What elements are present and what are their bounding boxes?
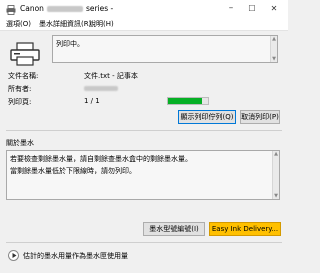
footer-divider xyxy=(6,242,282,243)
ink-estimate-label: 估計的墨水用量作為墨水匣使用量 xyxy=(23,252,128,260)
pages-label: 列印頁: xyxy=(8,98,32,106)
maximize-button[interactable]: ☐ xyxy=(245,2,259,15)
ink-section-label: 關於墨水 xyxy=(6,139,34,147)
expand-button[interactable] xyxy=(8,250,19,261)
ink-model-number-button[interactable]: 墨水型號編號(I) xyxy=(143,222,205,236)
owner-value-redacted xyxy=(84,86,118,91)
menu-bar: 選項(O) 墨水詳細資訊(R) 說明(H) xyxy=(0,18,288,31)
minimize-button[interactable]: – xyxy=(224,2,238,15)
status-message-box: 列印中。 ▲ ▼ xyxy=(52,35,278,63)
window-title-suffix: series - xyxy=(85,4,114,13)
play-arrow-icon xyxy=(12,253,17,258)
ink-message-line2: 當剩餘墨水量低於下限線時，請勿列印。 xyxy=(10,167,136,175)
section-divider xyxy=(6,130,282,131)
menu-ink-details[interactable]: 墨水詳細資訊(R) xyxy=(39,19,91,29)
close-button[interactable]: ✕ xyxy=(267,2,281,15)
document-name-label: 文件名稱: xyxy=(8,72,39,80)
cancel-print-button[interactable]: 取消列印(P) xyxy=(240,110,280,124)
document-name-value: 文件.txt - 記事本 xyxy=(84,72,138,80)
menu-options[interactable]: 選項(O) xyxy=(6,19,31,29)
ink-message-line1: 若要檢查剩餘墨水量，請自剩餘查墨水盒中的剩餘墨水量。 xyxy=(10,155,192,163)
printer-model-redacted xyxy=(46,6,83,12)
print-progress-bar xyxy=(167,97,209,105)
scroll-down-arrow-icon[interactable]: ▼ xyxy=(271,56,277,62)
show-print-queue-button[interactable]: 顯示列印佇列(Q) xyxy=(178,110,236,124)
scroll-up-arrow-icon[interactable]: ▲ xyxy=(271,36,277,42)
window-title: Canon series - xyxy=(20,4,113,13)
title-bar: Canon series - – ☐ ✕ xyxy=(0,0,288,18)
printer-icon xyxy=(10,42,40,66)
owner-label: 所有者: xyxy=(8,85,32,93)
scroll-down-arrow-icon[interactable]: ▼ xyxy=(273,193,279,199)
window-title-prefix: Canon xyxy=(20,4,44,13)
status-scrollbar[interactable]: ▲ ▼ xyxy=(270,36,277,62)
status-message: 列印中。 xyxy=(56,40,84,48)
scroll-up-arrow-icon[interactable]: ▲ xyxy=(273,151,279,157)
ink-message-box: 若要檢查剩餘墨水量，請自剩餘查墨水盒中的剩餘墨水量。 當剩餘墨水量低於下限線時，… xyxy=(6,150,280,200)
pages-value: 1 / 1 xyxy=(84,97,100,105)
menu-help[interactable]: 說明(H) xyxy=(89,19,114,29)
print-progress-fill xyxy=(168,98,202,104)
printer-app-icon xyxy=(6,5,16,15)
ink-scrollbar[interactable]: ▲ ▼ xyxy=(272,151,279,199)
easy-ink-delivery-button[interactable]: Easy Ink Delivery... xyxy=(209,222,281,236)
